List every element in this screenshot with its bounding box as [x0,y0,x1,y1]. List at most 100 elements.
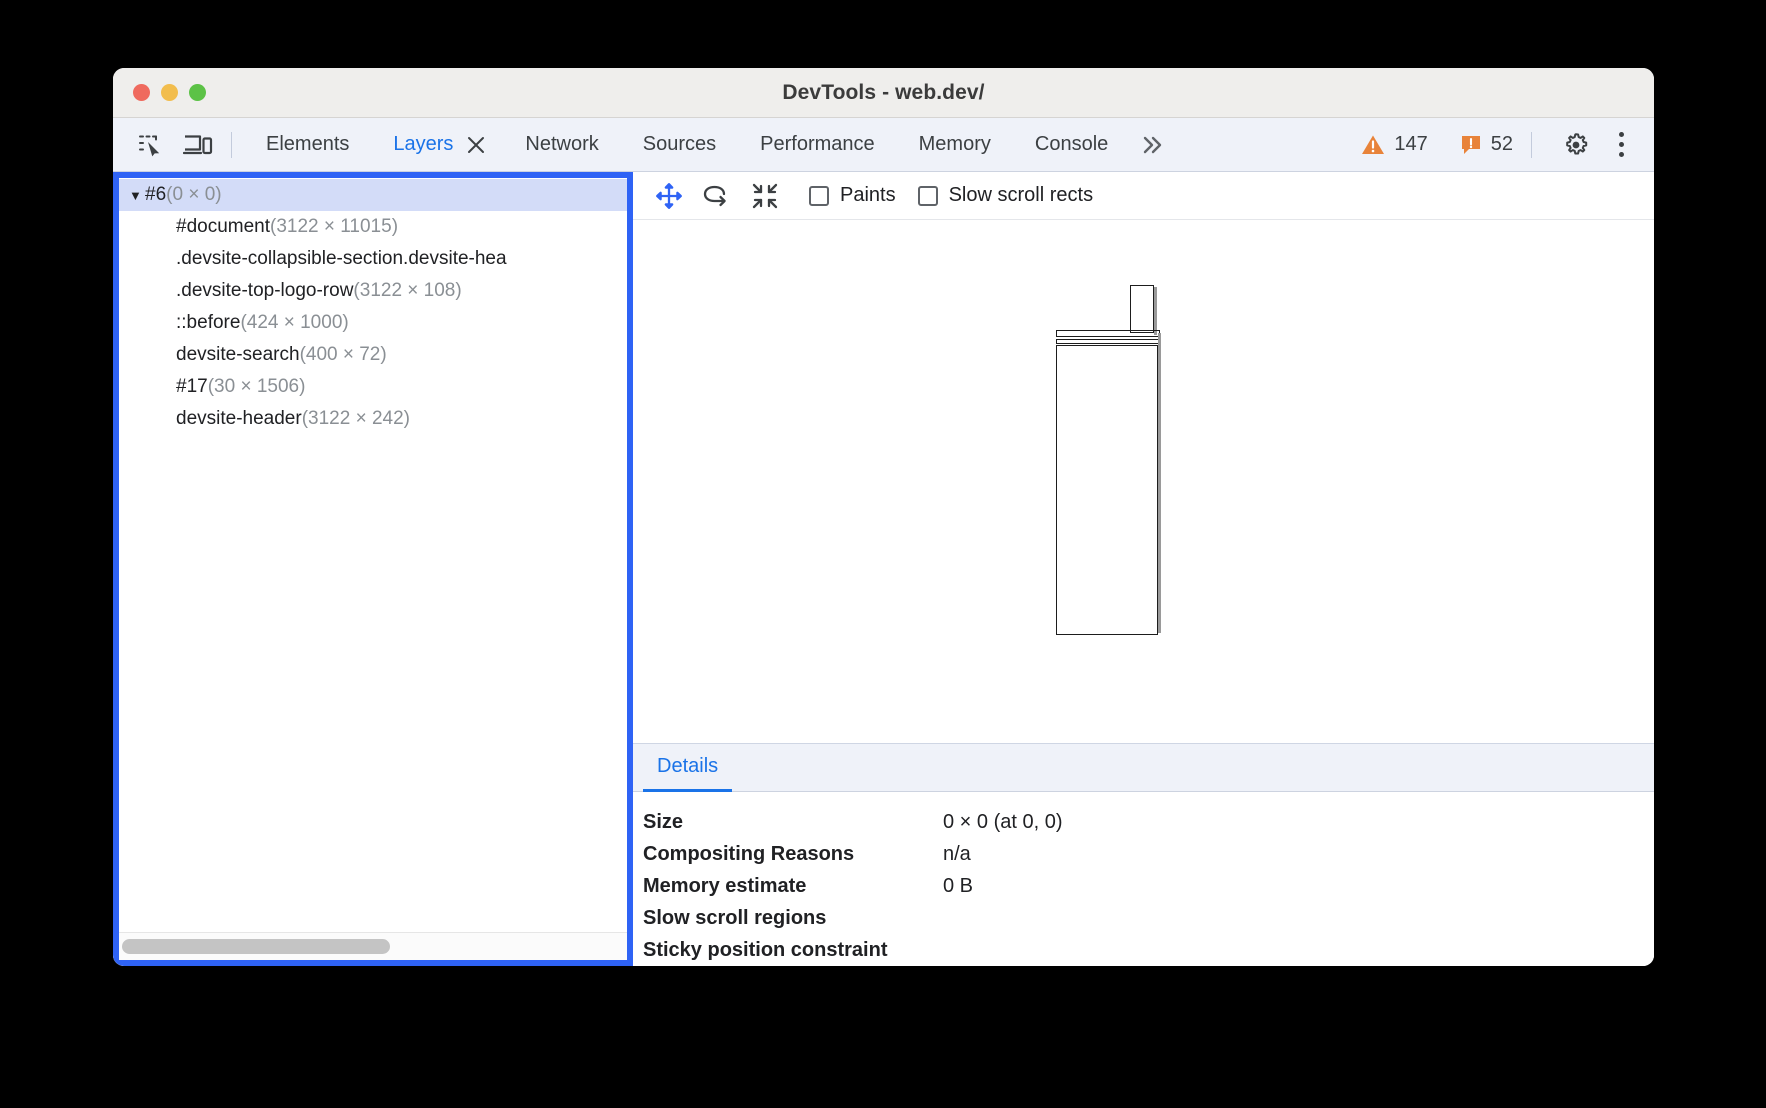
warning-count-badge[interactable]: 147 [1355,133,1433,156]
layer-plane-slab-1 [1056,330,1160,337]
tab-network[interactable]: Network [503,125,620,164]
tab-console[interactable]: Console [1013,125,1130,164]
layer-plane-slab-2 [1056,339,1160,344]
gear-icon [1562,131,1590,159]
layers-right-column: Paints Slow scroll rects [633,172,1654,966]
details-row-compositing-reasons: Compositing Reasons n/a [643,838,1654,870]
layer-tree-row-root[interactable]: ▼ #6 (0 × 0) [119,179,627,211]
layer-tree-row[interactable]: .devsite-collapsible-section.devsite-hea [119,243,627,275]
layer-node-name: devsite-search [176,344,300,366]
details-key: Compositing Reasons [643,843,943,866]
inspect-element-icon [137,132,163,158]
tab-details[interactable]: Details [643,744,732,792]
kebab-dot-3 [1619,152,1624,157]
rotate-mode-icon [702,183,732,209]
chevron-double-right-icon [1140,134,1166,156]
details-row-memory-estimate: Memory estimate 0 B [643,870,1654,902]
tab-elements[interactable]: Elements [244,125,371,164]
reset-view-button[interactable] [743,177,787,215]
layer-node-name: #17 [176,376,208,398]
layer-node-name: .devsite-top-logo-row [176,280,353,302]
tab-layers[interactable]: Layers [371,125,461,164]
layer-node-dimensions: (400 × 72) [300,344,387,366]
layer-node-name: #6 [145,184,166,206]
details-row-sticky-position-constraint: Sticky position constraint [643,934,1654,966]
pan-mode-icon [655,182,683,210]
slow-scroll-rects-checkbox[interactable] [918,186,938,206]
details-key: Slow scroll regions [643,907,943,930]
kebab-dot-1 [1619,132,1624,137]
layer-tree-row[interactable]: #document (3122 × 11015) [119,211,627,243]
error-square-icon [1460,134,1482,156]
layer-plane-small [1130,285,1154,333]
close-icon [466,135,486,155]
window-title: DevTools - web.dev/ [113,81,1654,105]
panel-tabs: Elements Layers Network Sources Performa… [244,125,1130,164]
paints-checkbox[interactable] [809,186,829,206]
warning-count: 147 [1394,133,1427,156]
rotate-mode-button[interactable] [695,177,739,215]
paints-label: Paints [840,184,896,207]
inspect-element-button[interactable] [129,126,171,164]
more-tabs-button[interactable] [1130,127,1176,163]
settings-button[interactable] [1554,125,1598,165]
toolbar-divider [231,132,232,158]
layer-node-dimensions: (0 × 0) [166,184,221,206]
paints-checkbox-item[interactable]: Paints [809,184,896,207]
details-table: Size 0 × 0 (at 0, 0) Compositing Reasons… [633,792,1654,966]
tabstrip-right-group: 147 52 [1345,125,1640,165]
layer-tree-panel[interactable]: ▼ #6 (0 × 0) #document (3122 × 11015) .d… [113,172,633,966]
layer-tree-row[interactable]: #17 (30 × 1506) [119,371,627,403]
layers-panel-toolbar: Paints Slow scroll rects [633,172,1654,220]
close-layers-tab-button[interactable] [461,130,491,160]
expand-arrow-icon[interactable]: ▼ [129,189,145,202]
screenshot-root: DevTools - web.dev/ [0,0,1766,1108]
details-pane: Details Size 0 × 0 (at 0, 0) Compositing… [633,743,1654,966]
layer-node-name: .devsite-collapsible-section.devsite-hea [176,248,507,270]
layer-tree-row[interactable]: .devsite-top-logo-row (3122 × 108) [119,275,627,307]
details-row-slow-scroll-regions: Slow scroll regions [643,902,1654,934]
layer-plane-document [1056,345,1158,635]
layer-tree-row[interactable]: ::before (424 × 1000) [119,307,627,339]
layer-tree-row[interactable]: devsite-search (400 × 72) [119,339,627,371]
tab-sources[interactable]: Sources [621,125,738,164]
details-key: Memory estimate [643,875,943,898]
details-key: Sticky position constraint [643,939,943,962]
layers-3d-viewport[interactable] [633,220,1654,743]
kebab-dot-2 [1619,142,1624,147]
details-tabbar: Details [633,744,1654,792]
device-toolbar-icon [183,132,213,158]
layer-node-name: devsite-header [176,408,302,430]
scrollbar-thumb[interactable] [122,939,390,954]
slow-scroll-rects-label: Slow scroll rects [949,184,1093,207]
tab-memory[interactable]: Memory [897,125,1013,164]
devtools-body: ▼ #6 (0 × 0) #document (3122 × 11015) .d… [113,172,1654,966]
devtools-tool-icons [129,126,219,164]
tab-performance[interactable]: Performance [738,125,897,164]
layer-node-dimensions: (424 × 1000) [240,312,348,334]
layer-plane-document-edge [1158,333,1161,633]
error-count-badge[interactable]: 52 [1454,133,1519,156]
details-value: 0 B [943,875,973,898]
details-key: Size [643,811,943,834]
layer-node-dimensions: (3122 × 242) [302,408,410,430]
slow-scroll-rects-checkbox-item[interactable]: Slow scroll rects [918,184,1093,207]
layer-tree-horizontal-scrollbar[interactable] [119,932,627,960]
layer-tree-row[interactable]: devsite-header (3122 × 242) [119,403,627,435]
devtools-tabstrip: Elements Layers Network Sources Performa… [113,118,1654,172]
layer-tree-list: ▼ #6 (0 × 0) #document (3122 × 11015) .d… [119,178,627,932]
device-toolbar-button[interactable] [177,126,219,164]
pan-mode-button[interactable] [647,177,691,215]
right-group-divider [1531,132,1532,158]
warning-triangle-icon [1361,134,1385,156]
main-menu-button[interactable] [1602,125,1640,165]
layer-node-dimensions: (3122 × 108) [353,280,461,302]
layer-node-name: ::before [176,312,240,334]
details-value: 0 × 0 (at 0, 0) [943,811,1063,834]
reset-view-icon [751,182,779,210]
layer-plane-small-edge [1154,287,1157,335]
details-value: n/a [943,843,971,866]
window-titlebar: DevTools - web.dev/ [113,68,1654,118]
error-count: 52 [1491,133,1513,156]
layer-node-dimensions: (30 × 1506) [208,376,306,398]
